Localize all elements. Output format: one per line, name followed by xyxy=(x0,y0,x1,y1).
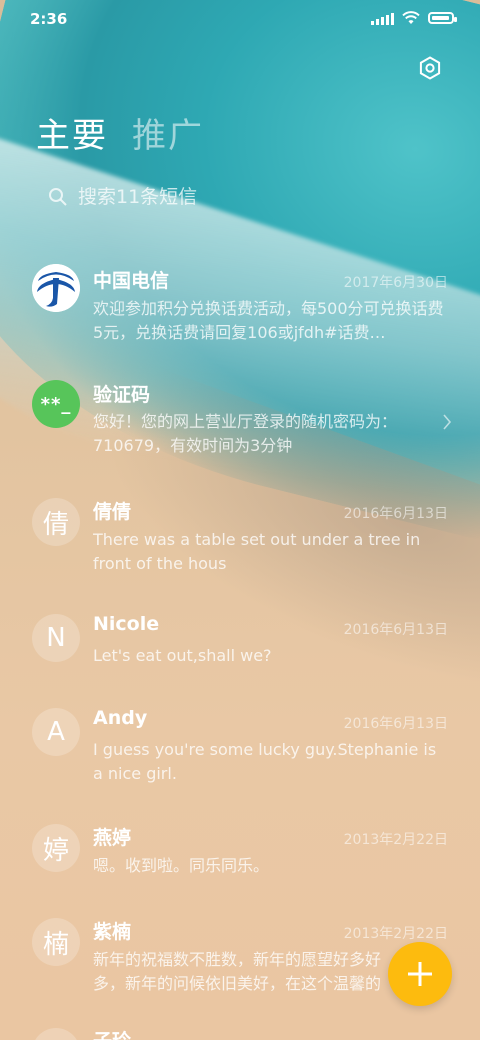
message-preview: Let's eat out,shall we? xyxy=(93,646,272,665)
contact-name: 倩倩 xyxy=(93,501,132,523)
message-preview: I guess you're some lucky guy.Stephanie … xyxy=(93,740,437,783)
list-item-verification-code[interactable]: **_ 验证码 您好！您的网上营业厅登录的随机密码为：710679，有效时间为3… xyxy=(0,378,480,478)
contact-avatar: 婷 xyxy=(32,824,80,872)
list-item-nicole[interactable]: N Nicole 2016年6月13日 Let's eat out,shall … xyxy=(0,612,480,692)
battery-icon xyxy=(428,12,457,24)
contact-avatar: 玲 xyxy=(32,1028,80,1040)
verification-avatar: **_ xyxy=(32,380,80,428)
list-item-china-telecom[interactable]: 中国电信 2017年6月30日 欢迎参加积分兑换话费活动，每500分可兑换话费5… xyxy=(0,260,480,360)
status-time: 2:36 xyxy=(30,10,68,28)
list-item-andy[interactable]: A Andy 2016年6月13日 I guess you're some lu… xyxy=(0,706,480,806)
list-item-yanting[interactable]: 婷 燕婷 2013年2月22日 嗯。收到啦。同乐同乐。 xyxy=(0,822,480,902)
tab-promotions[interactable]: 推广 xyxy=(132,108,204,157)
message-date: 2013年2月22日 xyxy=(343,832,448,848)
contact-name: 中国电信 xyxy=(93,270,170,292)
message-preview: 嗯。收到啦。同乐同乐。 xyxy=(93,856,270,875)
settings-icon[interactable] xyxy=(418,56,442,80)
message-date: 2016年6月13日 xyxy=(343,506,448,522)
contact-name: 紫楠 xyxy=(93,921,132,943)
search-bar xyxy=(48,186,438,208)
list-item-ziling[interactable]: 玲 子玲 xyxy=(0,1026,480,1040)
message-date: 2016年6月13日 xyxy=(343,622,448,638)
contact-avatar: 倩 xyxy=(32,498,80,546)
contact-name: 子玲 xyxy=(93,1026,131,1040)
message-date: 2017年6月30日 xyxy=(343,275,448,291)
chevron-right-icon xyxy=(443,414,452,430)
plus-icon xyxy=(408,962,432,986)
message-preview: 您好！您的网上营业厅登录的随机密码为：710679，有效时间为3分钟 xyxy=(93,412,398,455)
message-preview: 欢迎参加积分兑换话费活动，每500分可兑换话费5元，兑换话费请回复106或jfd… xyxy=(93,299,444,342)
tab-bar: 主要 推广 xyxy=(36,108,204,157)
compose-button[interactable] xyxy=(388,942,452,1006)
contact-name: Andy xyxy=(93,707,148,729)
wifi-icon xyxy=(402,11,420,24)
search-icon xyxy=(49,188,67,206)
list-item-qianqian[interactable]: 倩 倩倩 2016年6月13日 There was a table set ou… xyxy=(0,496,480,596)
china-telecom-logo-icon xyxy=(32,264,80,312)
tab-primary[interactable]: 主要 xyxy=(36,108,108,157)
contact-avatar: N xyxy=(32,614,80,662)
search-input[interactable] xyxy=(78,186,438,208)
message-preview: There was a table set out under a tree i… xyxy=(93,530,421,573)
message-date: 2016年6月13日 xyxy=(343,716,448,732)
contact-name: 验证码 xyxy=(93,384,151,406)
contact-avatar: 楠 xyxy=(32,918,80,966)
message-date: 2013年2月22日 xyxy=(343,926,448,942)
signal-icon xyxy=(371,12,394,25)
status-bar: 2:36 xyxy=(0,0,480,36)
contact-avatar: A xyxy=(32,708,80,756)
contact-name: Nicole xyxy=(93,613,160,635)
message-preview: 新年的祝福数不胜数，新年的愿望好多好多，新年的问候依旧美好，在这个温馨的时刻 xyxy=(93,950,382,993)
contact-name: 燕婷 xyxy=(93,827,132,849)
